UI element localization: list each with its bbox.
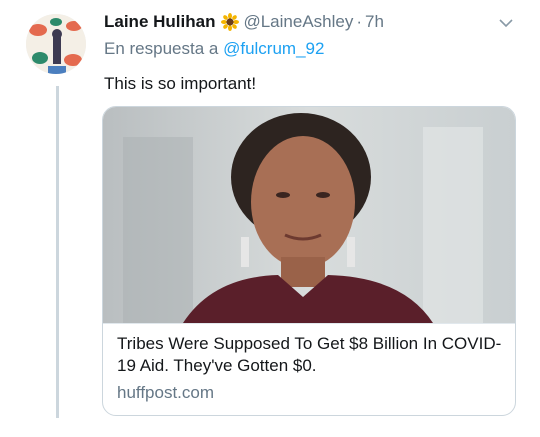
- chevron-down-icon[interactable]: [498, 16, 514, 28]
- sunflower-icon: [221, 13, 240, 31]
- card-title[interactable]: Tribes Were Supposed To Get $8 Billion I…: [117, 333, 507, 377]
- tweet-header: Laine Hulihan @LaineAshley · 7h: [104, 11, 384, 33]
- card-divider: [103, 323, 515, 324]
- thread-line: [56, 86, 59, 418]
- avatar[interactable]: [26, 14, 86, 74]
- reply-context: En respuesta a @fulcrum_92: [104, 38, 324, 60]
- avatar-image: [26, 14, 86, 74]
- separator-dot: ·: [356, 12, 363, 31]
- link-card[interactable]: Tribes Were Supposed To Get $8 Billion I…: [102, 106, 516, 416]
- card-domain[interactable]: huffpost.com: [117, 382, 214, 404]
- reply-prefix: En respuesta a: [104, 39, 219, 58]
- tweet-text: This is so important!: [104, 74, 257, 93]
- timestamp[interactable]: 7h: [365, 11, 384, 33]
- display-name[interactable]: Laine Hulihan: [104, 11, 215, 33]
- user-handle[interactable]: @LaineAshley: [243, 11, 353, 33]
- card-image: [103, 107, 515, 323]
- reply-handle-link[interactable]: @fulcrum_92: [223, 39, 324, 58]
